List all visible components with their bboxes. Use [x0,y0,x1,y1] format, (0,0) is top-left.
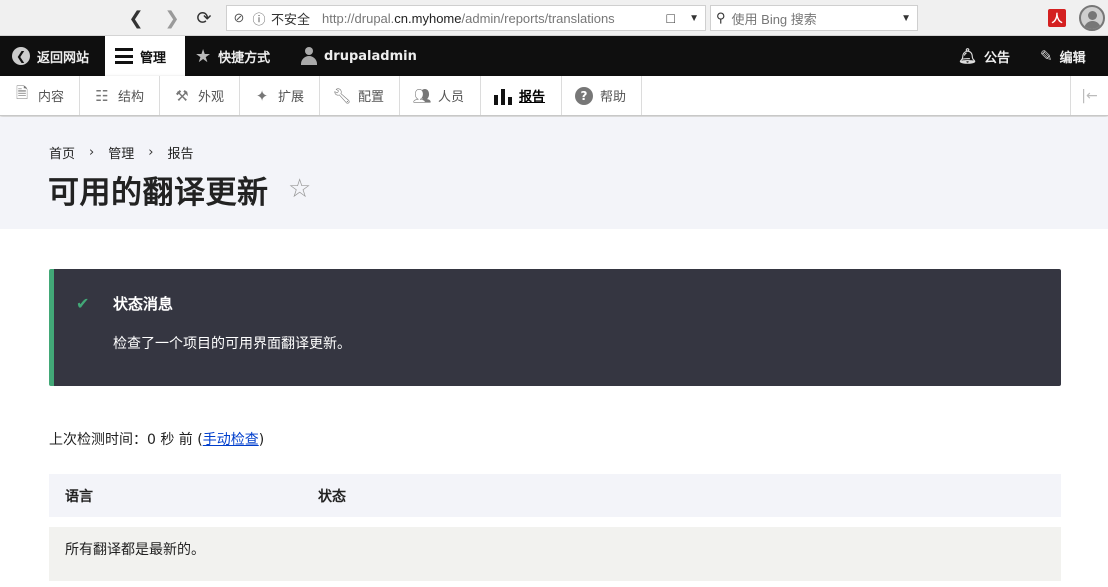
search-dropdown-icon[interactable]: ▼ [901,13,911,24]
table-row: 所有翻译都是最新的。 [49,527,1061,581]
document-icon: 🗎︎ [15,84,29,102]
pencil-icon: ✎ [1040,47,1053,65]
url-text[interactable]: http://drupal.cn.myhome/admin/reports/tr… [322,11,615,26]
table-header: 语言 状态 [49,474,1061,517]
forward-arrow-icon[interactable]: ❯ [160,6,184,30]
empty-message: 所有翻译都是最新的。 [65,542,205,558]
star-icon: ★ [195,45,212,67]
tray-item-help[interactable]: ? 帮助 [562,76,642,115]
tracking-shield-icon: ⊘ [233,10,245,25]
tray-item-appearance[interactable]: ⚒ 外观 [160,76,240,115]
breadcrumb-separator: › [89,145,95,160]
tray-item-label: 帮助 [600,90,627,105]
manage-label: 管理 [140,50,167,66]
shortcuts-label: 快捷方式 [218,50,271,66]
breadcrumb-home-link[interactable]: 首页 [49,143,75,162]
admin-toolbar: ❮ 返回网站 管理 ★ 快捷方式 drupaladmin 🔔︎ 公告 ✎ 编辑 [0,36,1108,76]
user-tab[interactable]: drupaladmin [301,36,417,76]
edit-label: 编辑 [1059,50,1086,66]
profile-icon[interactable] [1079,5,1105,31]
user-icon [301,47,317,65]
search-icon: ⚲ [716,10,726,25]
bar-chart-icon [493,87,513,105]
edit-tab[interactable]: ✎ 编辑 [1040,36,1086,76]
reload-icon[interactable]: ⟳ [192,6,216,30]
back-to-site-label: 返回网站 [37,50,90,66]
tray-item-people[interactable]: 👥︎ 人员 [400,76,481,115]
tray-item-structure[interactable]: ☷ 结构 [80,76,160,115]
address-bar[interactable]: ⊘ ⓘ 不安全 http://drupal.cn.myhome/admin/re… [226,5,706,31]
last-check-line: 上次检测时间：0 秒 前 (手动检查) [49,429,264,449]
search-box[interactable]: ⚲ 使用 Bing 搜索 ▼ [710,5,918,31]
people-icon: 👥︎ [412,86,432,105]
shortcut-star-icon[interactable]: ☆ [288,174,311,204]
column-header-language: 语言 [65,489,93,505]
tray-item-label: 外观 [198,90,225,105]
help-icon: ? [574,86,594,105]
page-title: 可用的翻译更新 [48,175,269,211]
tray-item-extend[interactable]: ✦ 扩展 [240,76,320,115]
tray-item-label: 报告 [519,90,546,105]
breadcrumb-separator: › [148,145,154,160]
manage-tab[interactable]: 管理 [105,36,185,76]
url-dropdown-icon[interactable]: ▼ [689,13,699,24]
status-heading: 状态消息 [113,295,174,313]
info-icon[interactable]: ⓘ [251,9,267,28]
breadcrumb: 首页 › 管理 › 报告 [49,143,193,162]
last-check-prefix: 上次检测时间：0 秒 前 ( [49,432,203,448]
hamburger-icon [115,48,133,64]
tray-item-label: 扩展 [278,90,305,105]
pdf-icon[interactable]: 人 [1048,9,1066,27]
announcements-tab[interactable]: 🔔︎ 公告 [958,36,1010,76]
tray-item-reports[interactable]: 报告 [481,76,562,115]
status-text: 检查了一个项目的可用界面翻译更新。 [113,336,351,352]
tray-item-content[interactable]: 🗎︎ 内容 [0,76,80,115]
wrench-icon: 🔧︎ [332,86,352,105]
bell-icon: 🔔︎ [958,47,978,65]
check-icon: ✔ [76,294,90,313]
announcements-label: 公告 [984,50,1011,66]
tray-item-label: 配置 [358,90,385,105]
breadcrumb-reports-link[interactable]: 报告 [167,143,193,162]
manual-check-link[interactable]: 手动检查 [203,432,259,448]
shortcuts-tab[interactable]: ★ 快捷方式 [195,36,270,76]
admin-tray: 🗎︎ 内容 ☷ 结构 ⚒ 外观 ✦ 扩展 🔧︎ 配置 👥︎ 人员 报告 ? 帮助… [0,76,1108,116]
tray-item-config[interactable]: 🔧︎ 配置 [320,76,400,115]
sitemap-icon: ☷ [95,86,109,105]
tray-item-label: 内容 [38,90,65,105]
bookmark-icon[interactable]: □ [667,10,675,26]
brush-icon: ⚒ [175,86,189,105]
breadcrumb-admin-link[interactable]: 管理 [108,143,134,162]
collapse-tray-icon[interactable]: |← [1070,76,1108,115]
page-header: 首页 › 管理 › 报告 可用的翻译更新 ☆ [0,117,1108,229]
column-header-status: 状态 [318,489,346,505]
puzzle-icon: ✦ [255,86,269,105]
insecure-label: 不安全 [271,11,311,27]
back-arrow-icon[interactable]: ❮ [124,6,148,30]
back-arrow-icon: ❮ [12,47,30,65]
tray-item-label: 人员 [438,90,465,105]
tray-item-label: 结构 [118,90,145,105]
browser-toolbar: ❮ ❯ ⟳ ⊘ ⓘ 不安全 http://drupal.cn.myhome/ad… [0,0,1108,36]
status-message: ✔ 状态消息 检查了一个项目的可用界面翻译更新。 [49,269,1061,386]
search-placeholder: 使用 Bing 搜索 [731,11,817,27]
user-label: drupaladmin [324,48,417,64]
back-to-site-link[interactable]: ❮ 返回网站 [12,36,89,76]
last-check-suffix: ) [258,432,265,448]
